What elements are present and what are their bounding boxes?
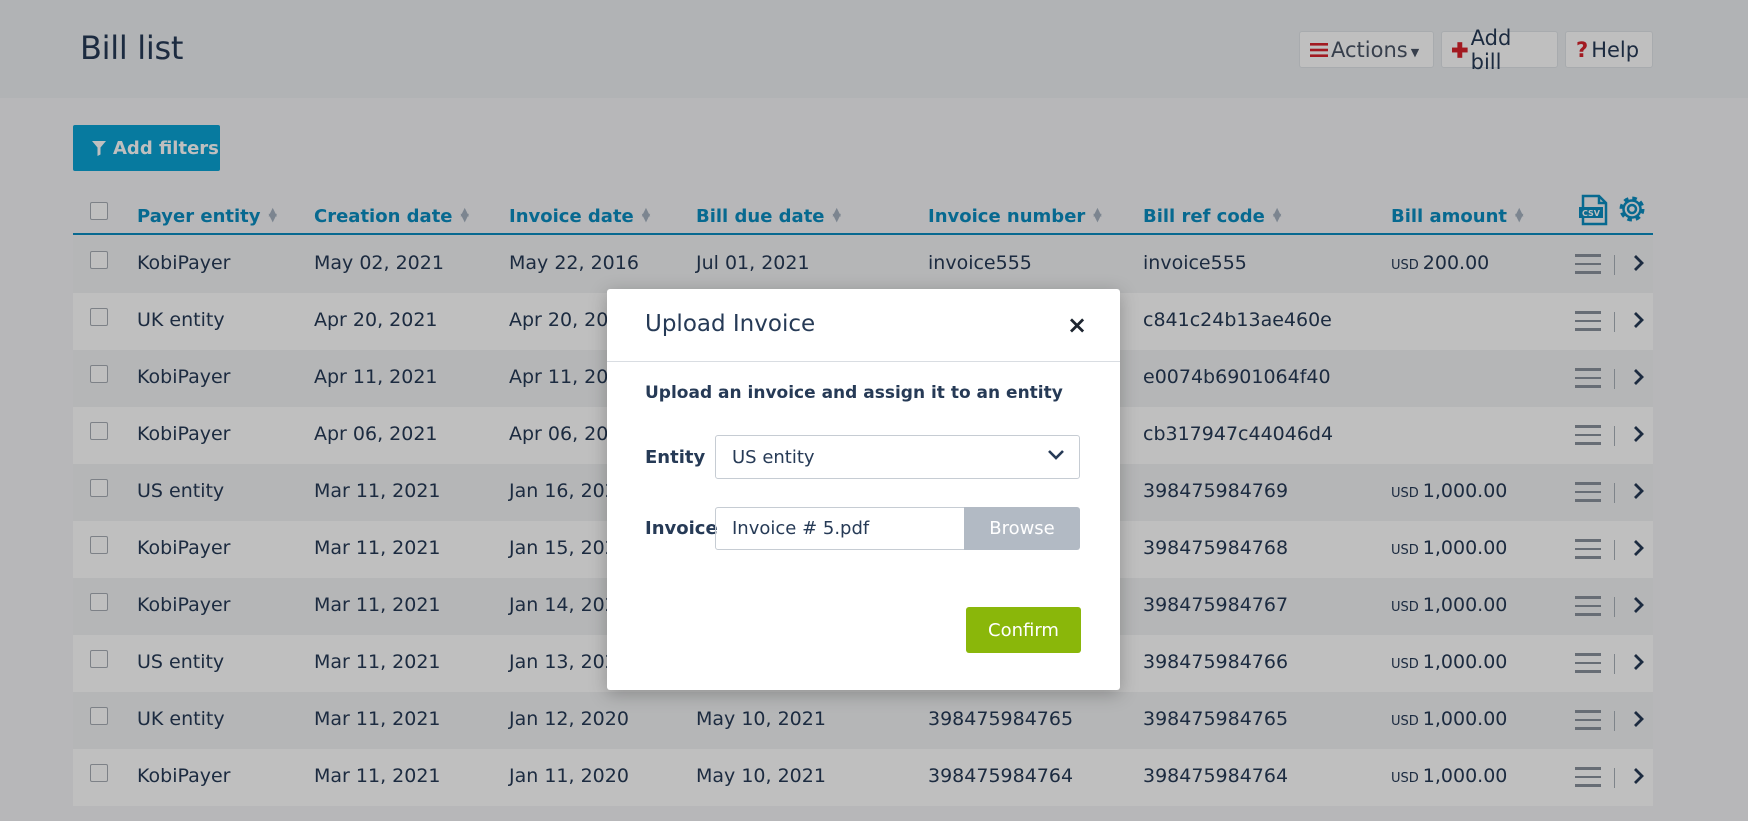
close-icon[interactable]: ×: [1067, 311, 1087, 339]
confirm-button[interactable]: Confirm: [966, 607, 1081, 653]
entity-select[interactable]: US entity: [715, 435, 1080, 479]
modal-header: Upload Invoice ×: [607, 289, 1120, 362]
invoice-file-field[interactable]: Invoice # 5.pdf: [715, 507, 965, 550]
entity-select-value: US entity: [732, 447, 815, 468]
invoice-label: Invoice: [645, 518, 718, 539]
chevron-down-icon: [1048, 450, 1064, 460]
browse-button[interactable]: Browse: [964, 507, 1080, 550]
upload-invoice-modal: Upload Invoice × Upload an invoice and a…: [607, 289, 1120, 690]
modal-title: Upload Invoice: [645, 311, 816, 337]
modal-subtitle: Upload an invoice and assign it to an en…: [645, 383, 1063, 403]
invoice-file-value: Invoice # 5.pdf: [732, 518, 870, 539]
entity-label: Entity: [645, 447, 706, 468]
